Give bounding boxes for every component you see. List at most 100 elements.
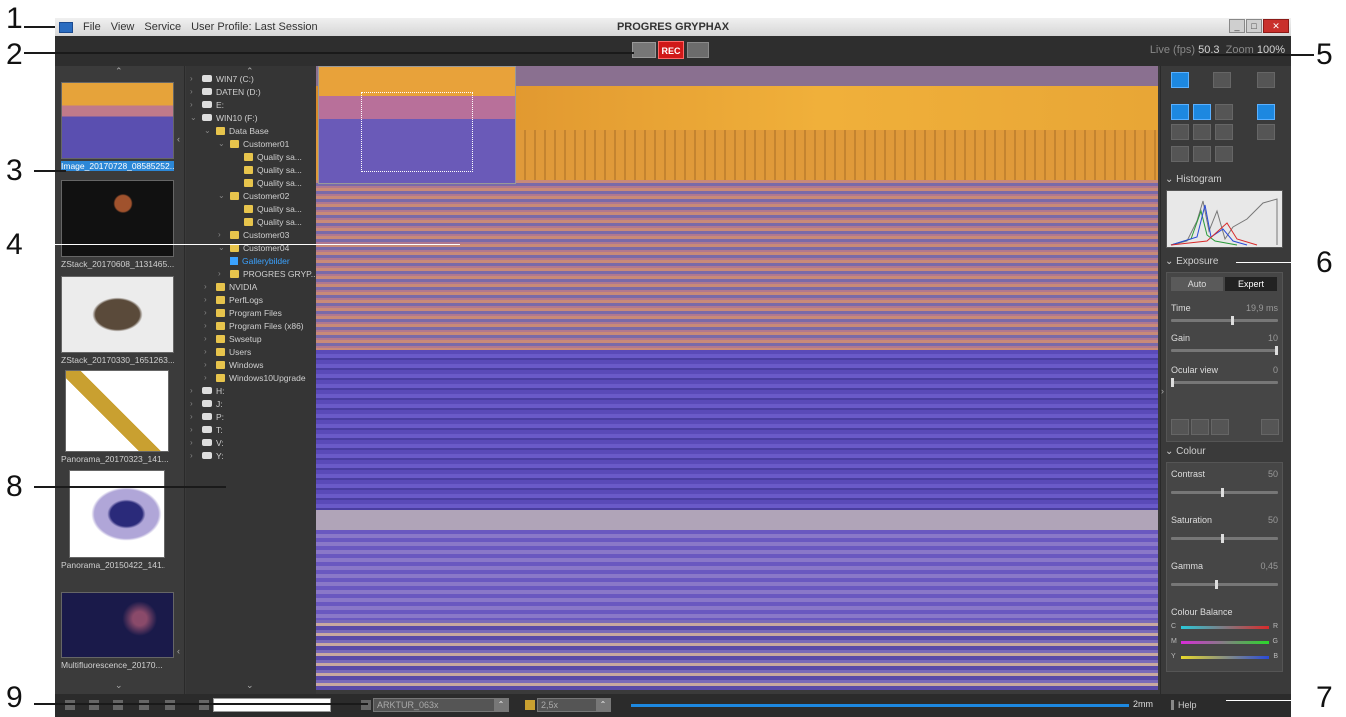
delete-icon[interactable]: [165, 700, 175, 710]
tree-item[interactable]: › Program Files: [204, 306, 282, 319]
gallery-thumb[interactable]: Multifluorescence_20170...: [61, 592, 174, 670]
ocular-slider[interactable]: [1171, 378, 1278, 387]
adjust-tool-icon[interactable]: [1193, 104, 1211, 120]
tree-item[interactable]: Quality sa...: [232, 202, 302, 215]
colour-header[interactable]: ⌄ Colour: [1165, 446, 1206, 457]
tree-item[interactable]: › J:: [190, 397, 223, 410]
objective-select[interactable]: ARKTUR_063x ⌃: [373, 698, 509, 712]
gallery-view-icon[interactable]: [1257, 72, 1275, 88]
chevron-right-icon[interactable]: ›: [218, 230, 226, 239]
chevron-right-icon[interactable]: ›: [204, 321, 212, 330]
gallery-thumb[interactable]: Panorama_20150422_141...: [61, 470, 165, 570]
auto-exposure-button[interactable]: Auto: [1171, 277, 1223, 291]
contrast-slider[interactable]: [1171, 488, 1278, 497]
chevron-right-icon[interactable]: ›: [218, 269, 226, 278]
chevron-right-icon[interactable]: ›: [190, 425, 198, 434]
chevron-down-icon[interactable]: ⌄: [218, 191, 226, 200]
chevron-right-icon[interactable]: ›: [204, 360, 212, 369]
chevron-right-icon[interactable]: ›: [190, 438, 198, 447]
exposure-header[interactable]: ⌄ Exposure: [1165, 256, 1218, 267]
text-tool-icon[interactable]: [1193, 124, 1211, 140]
chevron-right-icon[interactable]: ›: [204, 295, 212, 304]
navigator-minimap[interactable]: [318, 66, 516, 184]
tree-item[interactable]: Quality sa...: [232, 150, 302, 163]
share-icon[interactable]: [113, 700, 123, 710]
yellow-blue-slider[interactable]: [1181, 656, 1269, 659]
contrast-slider-knob[interactable]: [1221, 488, 1224, 497]
chevron-right-icon[interactable]: ›: [190, 74, 198, 83]
measure-tool-icon[interactable]: [1171, 124, 1189, 140]
exposure-tool-icon[interactable]: [1171, 104, 1189, 120]
gallery-thumb[interactable]: Image_20170728_08585252...: [61, 82, 174, 171]
chevron-right-icon[interactable]: ›: [204, 373, 212, 382]
chevron-down-icon[interactable]: ⌄: [190, 113, 198, 122]
report-tool-icon[interactable]: [1215, 124, 1233, 140]
tree-item[interactable]: Quality sa...: [232, 215, 302, 228]
live-image-view[interactable]: [316, 66, 1158, 690]
chevron-right-icon[interactable]: ›: [204, 308, 212, 317]
tree-item[interactable]: › PROGRES GRYP...: [218, 267, 318, 280]
tree-scroll-down-icon[interactable]: ⌄: [246, 680, 254, 691]
print-icon[interactable]: [89, 700, 99, 710]
pipette-white-icon[interactable]: [1191, 419, 1209, 435]
folder-icon[interactable]: [199, 700, 209, 710]
tree-item[interactable]: › Y:: [190, 449, 224, 462]
tree-item[interactable]: ⌄ Customer04: [218, 241, 289, 254]
gain-slider-knob[interactable]: [1275, 346, 1278, 355]
video-settings-icon[interactable]: [687, 42, 709, 58]
reset-exposure-icon[interactable]: [1261, 419, 1279, 435]
snapshot-camera-icon[interactable]: [632, 42, 656, 58]
panel-collapse-icon[interactable]: ›: [1161, 386, 1164, 396]
ocular-slider-knob[interactable]: [1171, 378, 1174, 387]
chevron-down-icon[interactable]: ⌄: [218, 139, 226, 148]
gallery-collapse-icon[interactable]: ‹: [177, 134, 180, 144]
gain-slider[interactable]: [1171, 346, 1278, 355]
tree-item[interactable]: Quality sa...: [232, 163, 302, 176]
tree-item[interactable]: › P:: [190, 410, 224, 423]
gallery-thumb[interactable]: ZStack_20170608_1131465...: [61, 180, 174, 269]
chevron-right-icon[interactable]: ›: [204, 282, 212, 291]
gallery-scroll-down-icon[interactable]: ⌄: [115, 680, 123, 691]
export-icon[interactable]: [139, 700, 149, 710]
histogram-header[interactable]: ⌄ Histogram: [1165, 174, 1222, 185]
live-view-icon[interactable]: [1171, 72, 1189, 88]
time-slider[interactable]: [1171, 316, 1278, 325]
maximize-icon[interactable]: □: [1246, 19, 1262, 33]
tree-item[interactable]: › Swsetup: [204, 332, 262, 345]
tree-item[interactable]: › PerfLogs: [204, 293, 263, 306]
expert-exposure-button[interactable]: Expert: [1225, 277, 1277, 291]
pipette-black-icon[interactable]: [1211, 419, 1229, 435]
zoom-factor-select[interactable]: 2,5x ⌃: [537, 698, 611, 712]
function-tool-icon[interactable]: [1215, 104, 1233, 120]
help-button[interactable]: Help: [1171, 700, 1197, 710]
gallery-thumb[interactable]: Panorama_20170323_141...: [61, 370, 169, 464]
chevron-right-icon[interactable]: ›: [190, 386, 198, 395]
saturation-slider-knob[interactable]: [1221, 534, 1224, 543]
tree-item[interactable]: › NVIDIA: [204, 280, 257, 293]
chevron-right-icon[interactable]: ›: [204, 347, 212, 356]
align-tool-icon[interactable]: [1171, 146, 1189, 162]
tree-item[interactable]: ⌄ WIN10 (F:): [190, 111, 258, 124]
tree-item[interactable]: › Windows10Upgrade: [204, 371, 306, 384]
gamma-slider-knob[interactable]: [1215, 580, 1218, 589]
tree-item[interactable]: › V:: [190, 436, 224, 449]
grid-icon[interactable]: [65, 700, 75, 710]
filename-input[interactable]: [213, 698, 331, 712]
tree-item[interactable]: Quality sa...: [232, 176, 302, 189]
tree-item[interactable]: ⌄ Customer01: [218, 137, 289, 150]
gallery-thumb[interactable]: ZStack_20170330_1651263...: [61, 276, 174, 365]
tree-item[interactable]: › Customer03: [218, 228, 289, 241]
close-icon[interactable]: ✕: [1263, 19, 1289, 33]
tree-item[interactable]: Gallerybilder: [218, 254, 290, 267]
gallery-collapse-icon-bottom[interactable]: ‹: [177, 646, 180, 656]
chevron-right-icon[interactable]: ›: [190, 100, 198, 109]
tree-item[interactable]: › T:: [190, 423, 223, 436]
record-button[interactable]: REC: [658, 41, 684, 59]
magenta-green-slider[interactable]: [1181, 641, 1269, 644]
gallery-scroll-up-icon[interactable]: ⌃: [115, 66, 123, 77]
chevron-right-icon[interactable]: ›: [190, 451, 198, 460]
grid-tool-icon[interactable]: [1215, 146, 1233, 162]
tree-item[interactable]: › Users: [204, 345, 251, 358]
tree-item[interactable]: ⌄ Data Base: [204, 124, 269, 137]
saturation-slider[interactable]: [1171, 534, 1278, 543]
